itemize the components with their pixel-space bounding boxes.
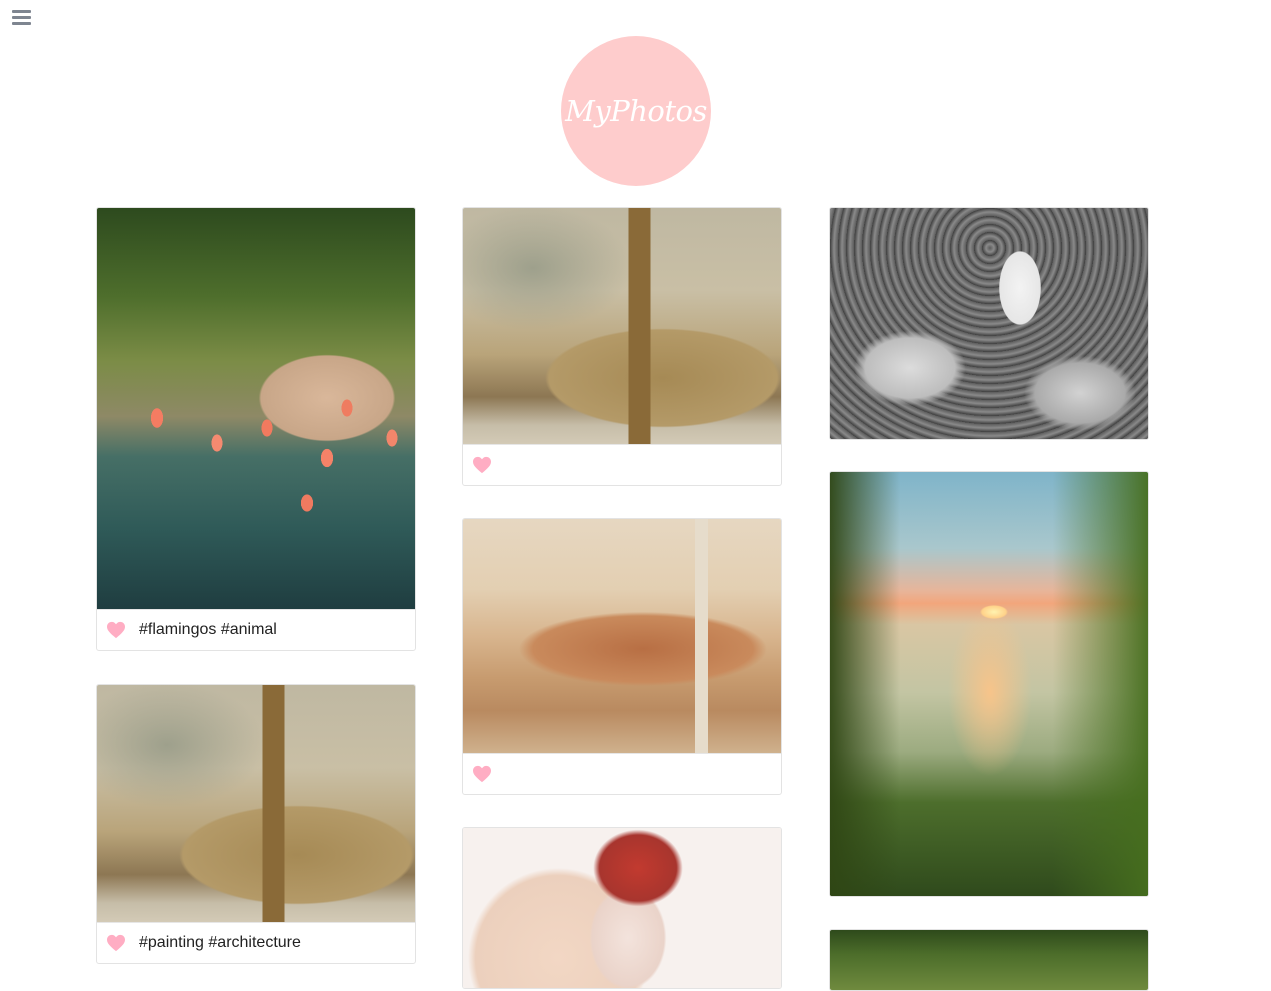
site-logo[interactable]: MyPhotos	[561, 36, 711, 186]
photo-image[interactable]	[97, 208, 415, 609]
photo-card	[829, 929, 1149, 991]
heart-icon[interactable]	[106, 934, 126, 952]
photo-image[interactable]	[97, 685, 415, 922]
hamburger-menu-icon[interactable]	[12, 9, 32, 27]
photo-caption: #painting #architecture	[97, 922, 415, 963]
photo-caption	[463, 444, 781, 485]
photo-card	[829, 207, 1149, 440]
photo-card	[462, 518, 782, 795]
heart-icon[interactable]	[472, 456, 492, 474]
photo-image[interactable]	[830, 208, 1148, 439]
menu-line	[12, 10, 31, 13]
photo-card	[829, 471, 1149, 897]
photo-image[interactable]	[830, 472, 1148, 896]
heart-icon[interactable]	[106, 621, 126, 639]
photo-card	[462, 827, 782, 989]
menu-line	[12, 22, 31, 25]
menu-line	[12, 16, 31, 19]
photo-card: #painting #architecture	[96, 684, 416, 964]
photo-image[interactable]	[463, 828, 781, 988]
photo-tags[interactable]: #flamingos #animal	[139, 621, 277, 639]
photo-caption	[463, 753, 781, 794]
photo-card: #flamingos #animal	[96, 207, 416, 651]
heart-icon[interactable]	[472, 765, 492, 783]
photo-image[interactable]	[463, 519, 781, 753]
photo-card	[462, 207, 782, 486]
photo-caption: #flamingos #animal	[97, 609, 415, 650]
photo-image[interactable]	[830, 930, 1148, 990]
photo-image[interactable]	[463, 208, 781, 444]
photo-tags[interactable]: #painting #architecture	[139, 934, 301, 952]
